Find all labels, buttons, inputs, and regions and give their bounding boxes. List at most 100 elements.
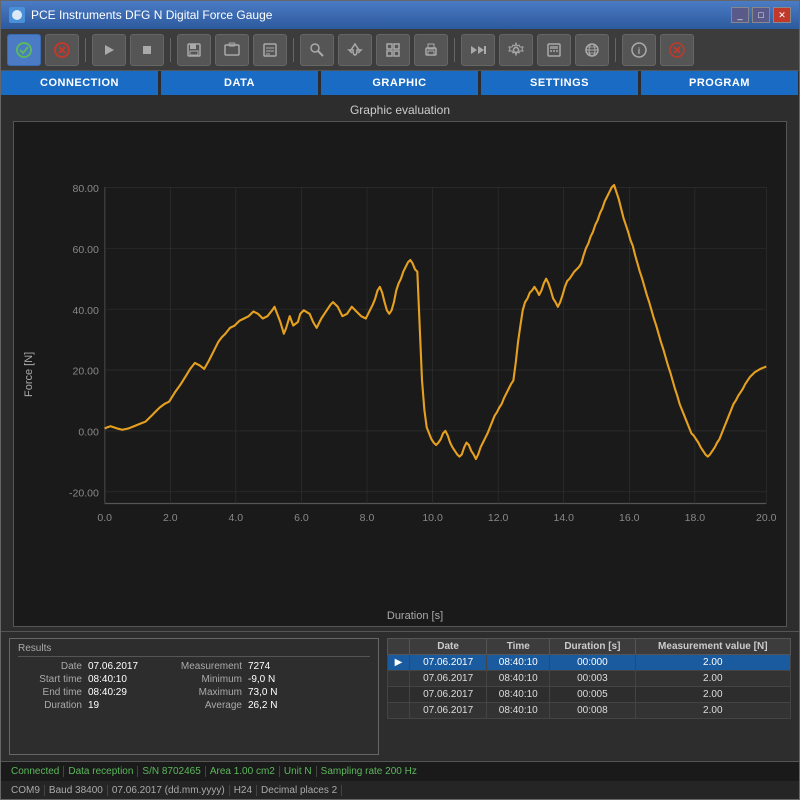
svg-text:8.0: 8.0: [360, 512, 375, 524]
results-title: Results: [18, 643, 370, 657]
search-tool-button[interactable]: [300, 34, 334, 66]
row-duration: 00:008: [550, 703, 635, 719]
table-row[interactable]: 07.06.2017 08:40:10 00:008 2.00: [388, 703, 791, 719]
chart-area: Graphic evaluation Force [N] .grid-line …: [1, 95, 799, 631]
start-time-value: 08:40:10: [88, 674, 168, 685]
forward-tool-button[interactable]: [461, 34, 495, 66]
toolbar-separator-2: [170, 38, 171, 62]
minimum-label: Minimum: [168, 674, 248, 685]
start-time-label: Start time: [18, 674, 88, 685]
tab-graphic[interactable]: GRAPHIC: [321, 71, 479, 95]
status-connected: Connected: [7, 766, 64, 777]
row-duration: 00:003: [550, 671, 635, 687]
recycle-tool-button[interactable]: [338, 34, 372, 66]
svg-text:18.0: 18.0: [685, 512, 706, 524]
svg-text:6.0: 6.0: [294, 512, 309, 524]
status-unit: Unit N: [280, 766, 317, 777]
status2-decimal: Decimal places 2: [257, 785, 342, 796]
duration-label: Duration: [18, 700, 88, 711]
status2-date-format: 07.06.2017 (dd.mm.yyyy): [108, 785, 230, 796]
globe-tool-button[interactable]: [575, 34, 609, 66]
measurement-value: 7274: [248, 661, 308, 672]
row-time: 08:40:10: [487, 671, 550, 687]
row-time: 08:40:10: [487, 655, 550, 671]
y-axis-label: Force [N]: [14, 122, 44, 626]
toolbar-separator-5: [615, 38, 616, 62]
maximum-value: 73,0 N: [248, 687, 308, 698]
data-table-panel: Date Time Duration [s] Measurement value…: [387, 638, 791, 755]
minimum-value: -9,0 N: [248, 674, 308, 685]
col-date[interactable]: Date: [409, 639, 486, 655]
app-icon: [9, 7, 25, 23]
data-table: Date Time Duration [s] Measurement value…: [387, 638, 791, 719]
row-date: 07.06.2017: [409, 671, 486, 687]
table-wrapper[interactable]: Date Time Duration [s] Measurement value…: [387, 638, 791, 755]
svg-text:4.0: 4.0: [229, 512, 244, 524]
status-data-reception: Data reception: [64, 766, 138, 777]
title-bar: PCE Instruments DFG N Digital Force Gaug…: [1, 1, 799, 29]
info-tool-button[interactable]: i: [622, 34, 656, 66]
play-tool-button[interactable]: [92, 34, 126, 66]
row-indicator: [388, 687, 410, 703]
table-row[interactable]: 07.06.2017 08:40:10 00:003 2.00: [388, 671, 791, 687]
tab-data[interactable]: DATA: [161, 71, 319, 95]
row-time: 08:40:10: [487, 687, 550, 703]
row-indicator: ▶: [388, 655, 410, 671]
row-indicator: [388, 671, 410, 687]
close-tool-button[interactable]: [660, 34, 694, 66]
tab-program[interactable]: PROGRAM: [641, 71, 799, 95]
svg-text:0.0: 0.0: [97, 512, 112, 524]
row-date: 07.06.2017: [409, 655, 486, 671]
screenshot-tool-button[interactable]: [215, 34, 249, 66]
row-value: 2.00: [635, 655, 790, 671]
svg-text:20.0: 20.0: [756, 512, 777, 524]
results-panel: Results Date 07.06.2017 Measurement 7274…: [9, 638, 379, 755]
average-value: 26,2 N: [248, 700, 308, 711]
nav-tabs: CONNECTION DATA GRAPHIC SETTINGS PROGRAM: [1, 71, 799, 95]
close-button[interactable]: ✕: [773, 7, 791, 23]
row-date: 07.06.2017: [409, 687, 486, 703]
maximize-button[interactable]: □: [752, 7, 770, 23]
svg-text:12.0: 12.0: [488, 512, 509, 524]
col-duration[interactable]: Duration [s]: [550, 639, 635, 655]
status2-baud: Baud 38400: [45, 785, 108, 796]
status-bar-1: Connected Data reception S/N 8702465 Are…: [1, 761, 799, 781]
end-time-value: 08:40:29: [88, 687, 168, 698]
print-tool-button[interactable]: [414, 34, 448, 66]
svg-text:i: i: [638, 46, 641, 56]
table-row[interactable]: ▶ 07.06.2017 08:40:10 00:000 2.00: [388, 655, 791, 671]
status2-com: COM9: [7, 785, 45, 796]
status2-h24: H24: [230, 785, 257, 796]
calc-tool-button[interactable]: [537, 34, 571, 66]
measurement-label: Measurement: [168, 661, 248, 672]
row-value: 2.00: [635, 703, 790, 719]
stop-tool-button[interactable]: [130, 34, 164, 66]
svg-text:10.0: 10.0: [422, 512, 443, 524]
table-header-row: Date Time Duration [s] Measurement value…: [388, 639, 791, 655]
end-time-label: End time: [18, 687, 88, 698]
row-duration: 00:005: [550, 687, 635, 703]
col-measurement[interactable]: Measurement value [N]: [635, 639, 790, 655]
col-time[interactable]: Time: [487, 639, 550, 655]
tab-connection[interactable]: CONNECTION: [1, 71, 159, 95]
row-duration: 00:000: [550, 655, 635, 671]
toolbar-separator-1: [85, 38, 86, 62]
chart-inner: .grid-line { stroke: #333; stroke-width:…: [44, 122, 786, 626]
minimize-button[interactable]: _: [731, 7, 749, 23]
save-tool-button[interactable]: [177, 34, 211, 66]
toolbar: i: [1, 29, 799, 71]
chart-title: Graphic evaluation: [13, 103, 787, 117]
tab-settings[interactable]: SETTINGS: [481, 71, 639, 95]
grid-tool-button[interactable]: [376, 34, 410, 66]
results-grid: Date 07.06.2017 Measurement 7274 Start t…: [18, 661, 370, 711]
main-content: Graphic evaluation Force [N] .grid-line …: [1, 95, 799, 799]
check-tool-button[interactable]: [7, 34, 41, 66]
status-area: Area 1.00 cm2: [206, 766, 280, 777]
settings-tool-button[interactable]: [499, 34, 533, 66]
edit-tool-button[interactable]: [253, 34, 287, 66]
cancel-tool-button[interactable]: [45, 34, 79, 66]
table-row[interactable]: 07.06.2017 08:40:10 00:005 2.00: [388, 687, 791, 703]
status-serial: S/N 8702465: [138, 766, 205, 777]
date-label: Date: [18, 661, 88, 672]
main-window: PCE Instruments DFG N Digital Force Gaug…: [0, 0, 800, 800]
